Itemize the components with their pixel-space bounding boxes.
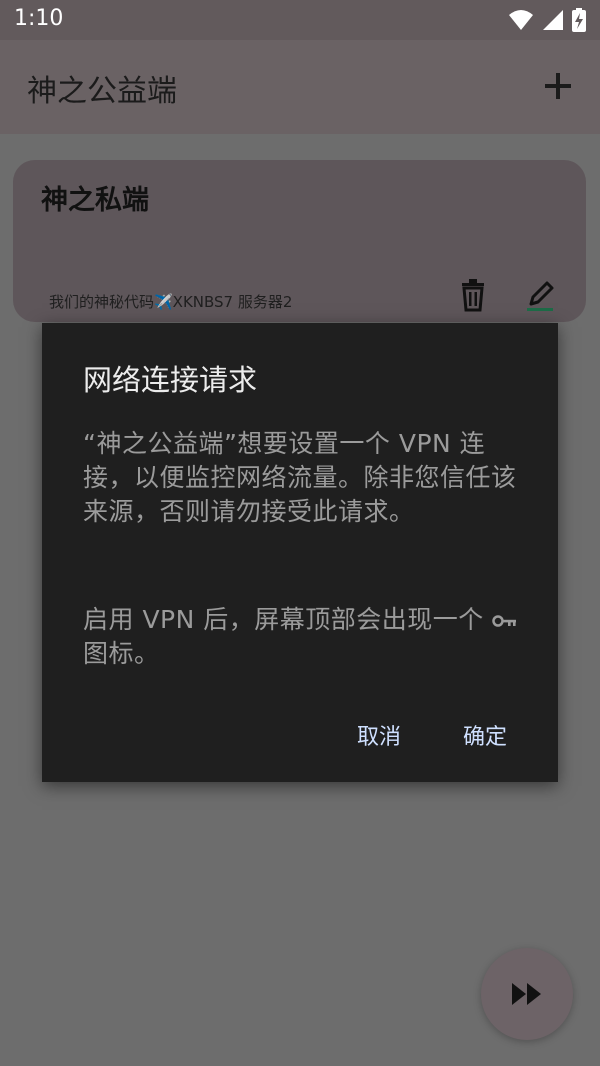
app-title: 神之公益端 [27,74,177,109]
key-icon [492,615,517,627]
server-subtitle: 我们的神秘代码✈️XKNBS7 服务器2 [49,293,293,311]
dialog-message-vpn-icon: 启用 VPN 后，屏幕顶部会出现一个 图标。 [83,603,523,671]
wifi-icon [509,10,533,30]
dialog-message-part-2: 图标。 [83,639,160,668]
server-card[interactable]: 神之私端 我们的神秘代码✈️XKNBS7 服务器2 [13,160,586,322]
dialog-title: 网络连接请求 [83,363,258,397]
trash-icon[interactable] [459,278,487,312]
cancel-button[interactable]: 取消 [349,715,409,755]
ok-button[interactable]: 确定 [455,715,515,755]
battery-charging-icon [572,8,586,32]
status-time: 1:10 [14,6,64,31]
server-name: 神之私端 [41,185,149,216]
fast-forward-icon [512,983,541,1005]
pencil-icon[interactable] [525,278,555,312]
app-bar: 神之公益端 [0,40,600,134]
connect-fab[interactable] [481,948,573,1040]
status-icons [508,8,586,32]
dialog-message-part-1: 启用 VPN 后，屏幕顶部会出现一个 [83,605,493,634]
vpn-request-dialog: 网络连接请求 “神之公益端”想要设置一个 VPN 连接，以便监控网络流量。除非您… [42,323,558,782]
status-bar: 1:10 [0,0,600,40]
plus-icon[interactable] [540,68,576,104]
dialog-message: “神之公益端”想要设置一个 VPN 连接，以便监控网络流量。除非您信任该来源，否… [83,429,517,526]
signal-icon [543,10,563,30]
